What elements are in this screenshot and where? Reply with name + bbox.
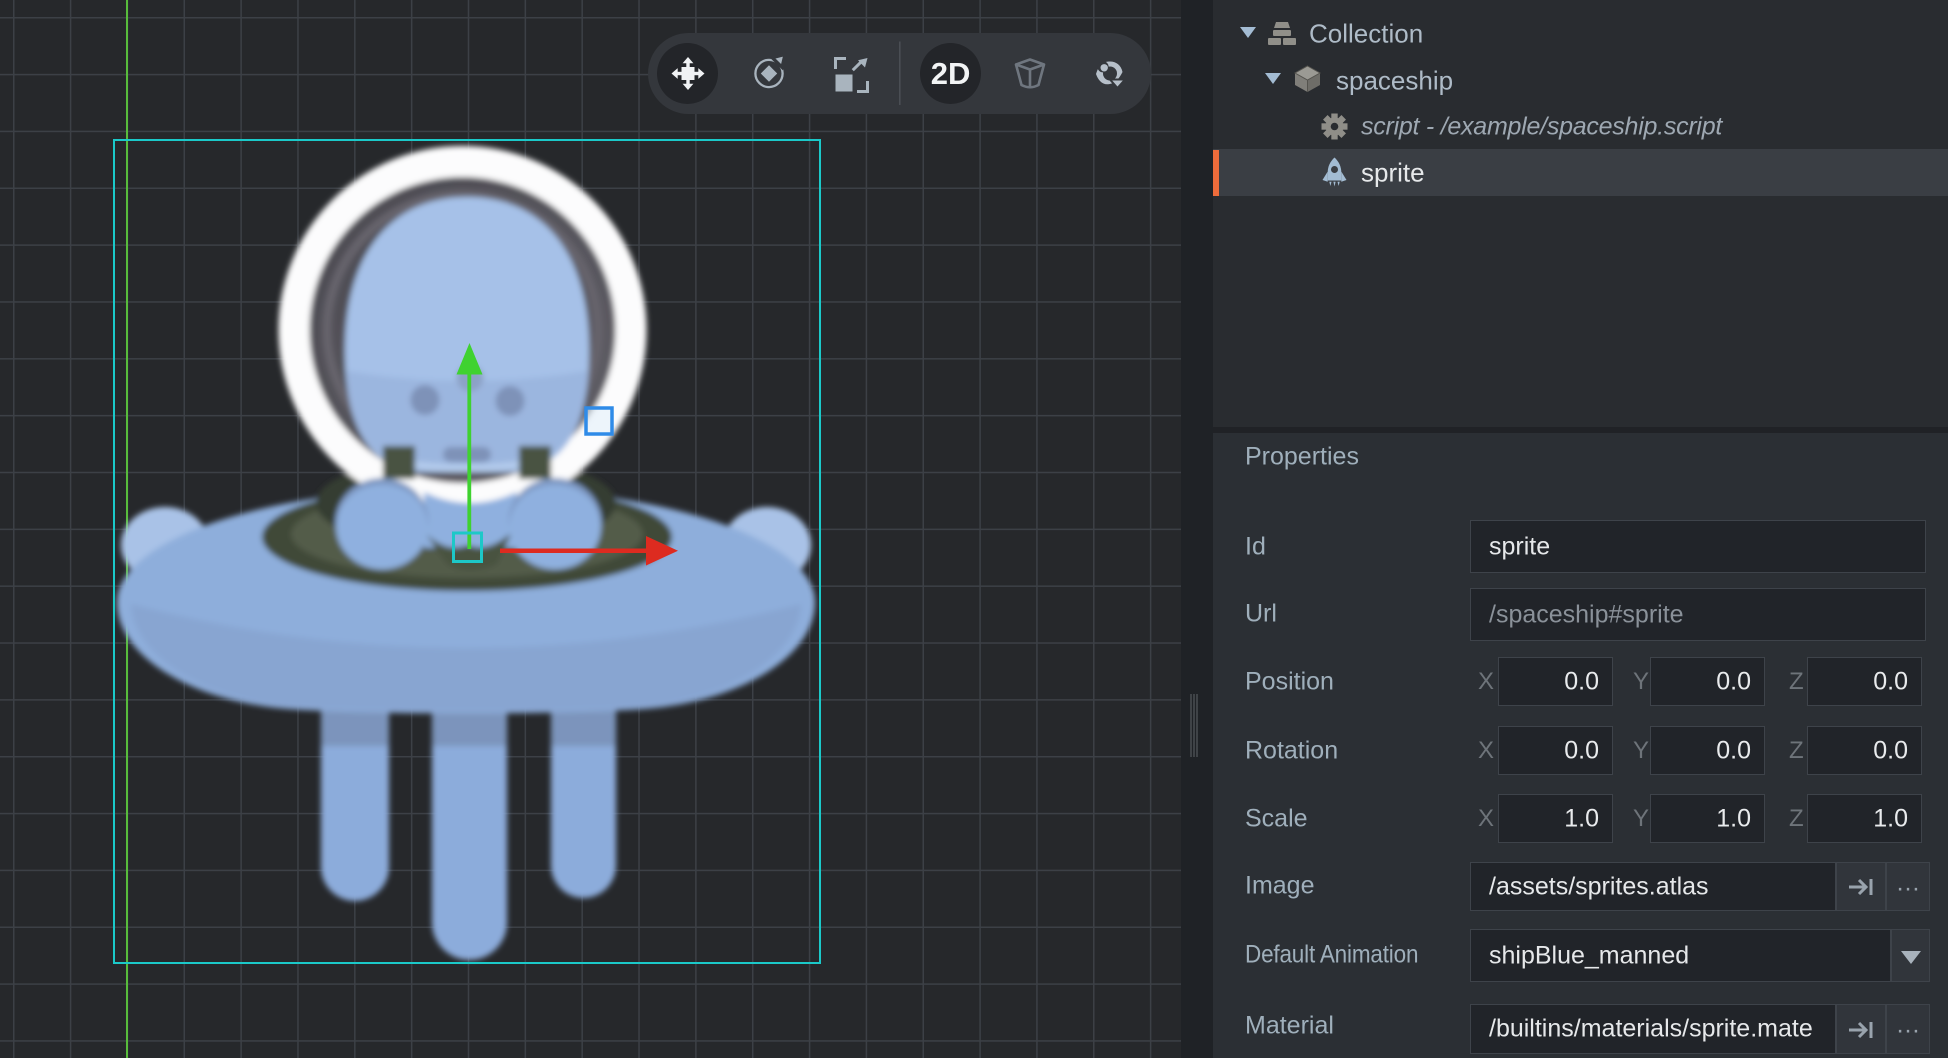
svg-text:2D: 2D	[931, 56, 971, 91]
